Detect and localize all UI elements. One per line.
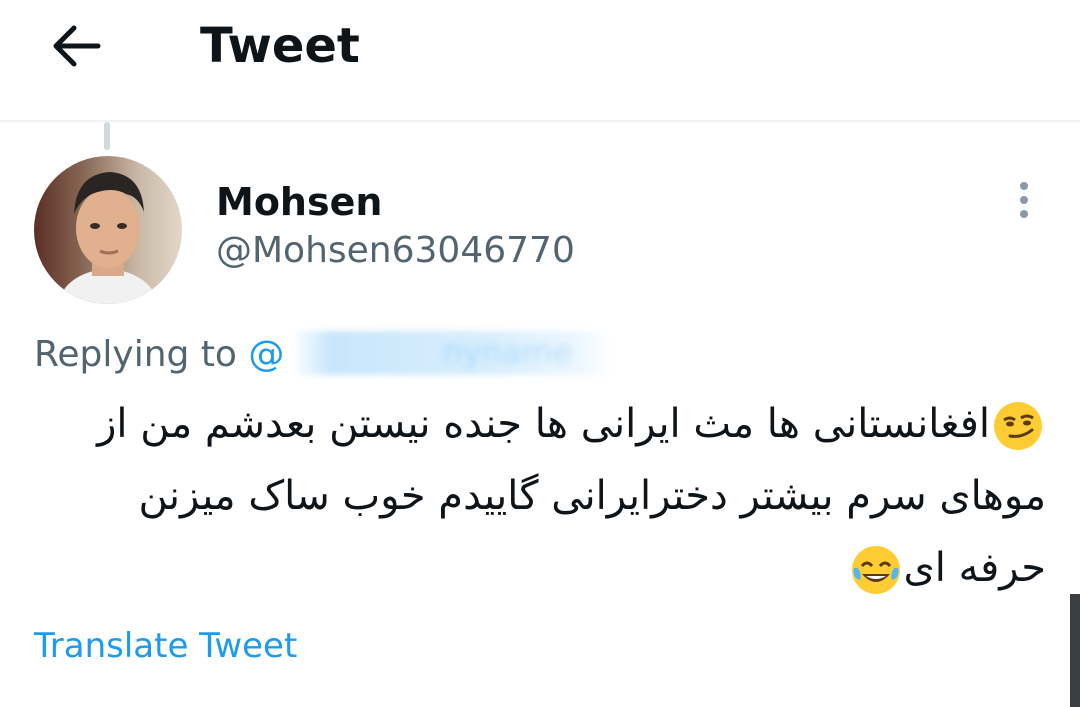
reply-handle-link[interactable]: @ nyname	[248, 331, 613, 375]
tweet-line-1: افغانستانی ها مث ایرانی ها جنده نیستن بع…	[34, 388, 1046, 460]
more-vertical-icon	[1020, 182, 1028, 218]
tweet-text-line-3: حرفه ای	[903, 545, 1047, 591]
avatar-photo	[34, 156, 182, 304]
author-display-name[interactable]: Mohsen	[216, 180, 382, 224]
tweet-line-3: حرفه ای	[34, 532, 1046, 604]
back-button[interactable]	[40, 14, 112, 78]
redacted-handle: nyname	[292, 331, 613, 375]
thread-connector-line	[104, 122, 110, 150]
replying-to-label: Replying to	[34, 334, 237, 375]
reply-handle-at: @	[248, 334, 285, 375]
face-with-tears-of-joy-emoji	[851, 546, 900, 594]
arrow-left-icon	[53, 25, 101, 67]
smirking-face-emoji	[994, 402, 1042, 450]
tweet-body: افغانستانی ها مث ایرانی ها جنده نیستن بع…	[34, 388, 1046, 604]
avatar[interactable]	[34, 156, 182, 304]
more-options-button[interactable]	[1000, 176, 1048, 224]
scrollbar[interactable]	[1070, 594, 1080, 707]
page-title: Tweet	[200, 18, 360, 74]
app-header: Tweet	[0, 0, 1080, 122]
redacted-handle-fragment: nyname	[442, 333, 573, 371]
tweet-text-line-1: افغانستانی ها مث ایرانی ها جنده نیستن بع…	[97, 401, 990, 447]
replying-to: Replying to @ nyname	[34, 331, 613, 375]
tweet-line-2: موهای سرم بیشتر دخترایرانی گاییدم خوب سا…	[138, 473, 1046, 519]
author-handle[interactable]: @Mohsen63046770	[216, 230, 575, 271]
translate-tweet-link[interactable]: Translate Tweet	[34, 626, 297, 666]
